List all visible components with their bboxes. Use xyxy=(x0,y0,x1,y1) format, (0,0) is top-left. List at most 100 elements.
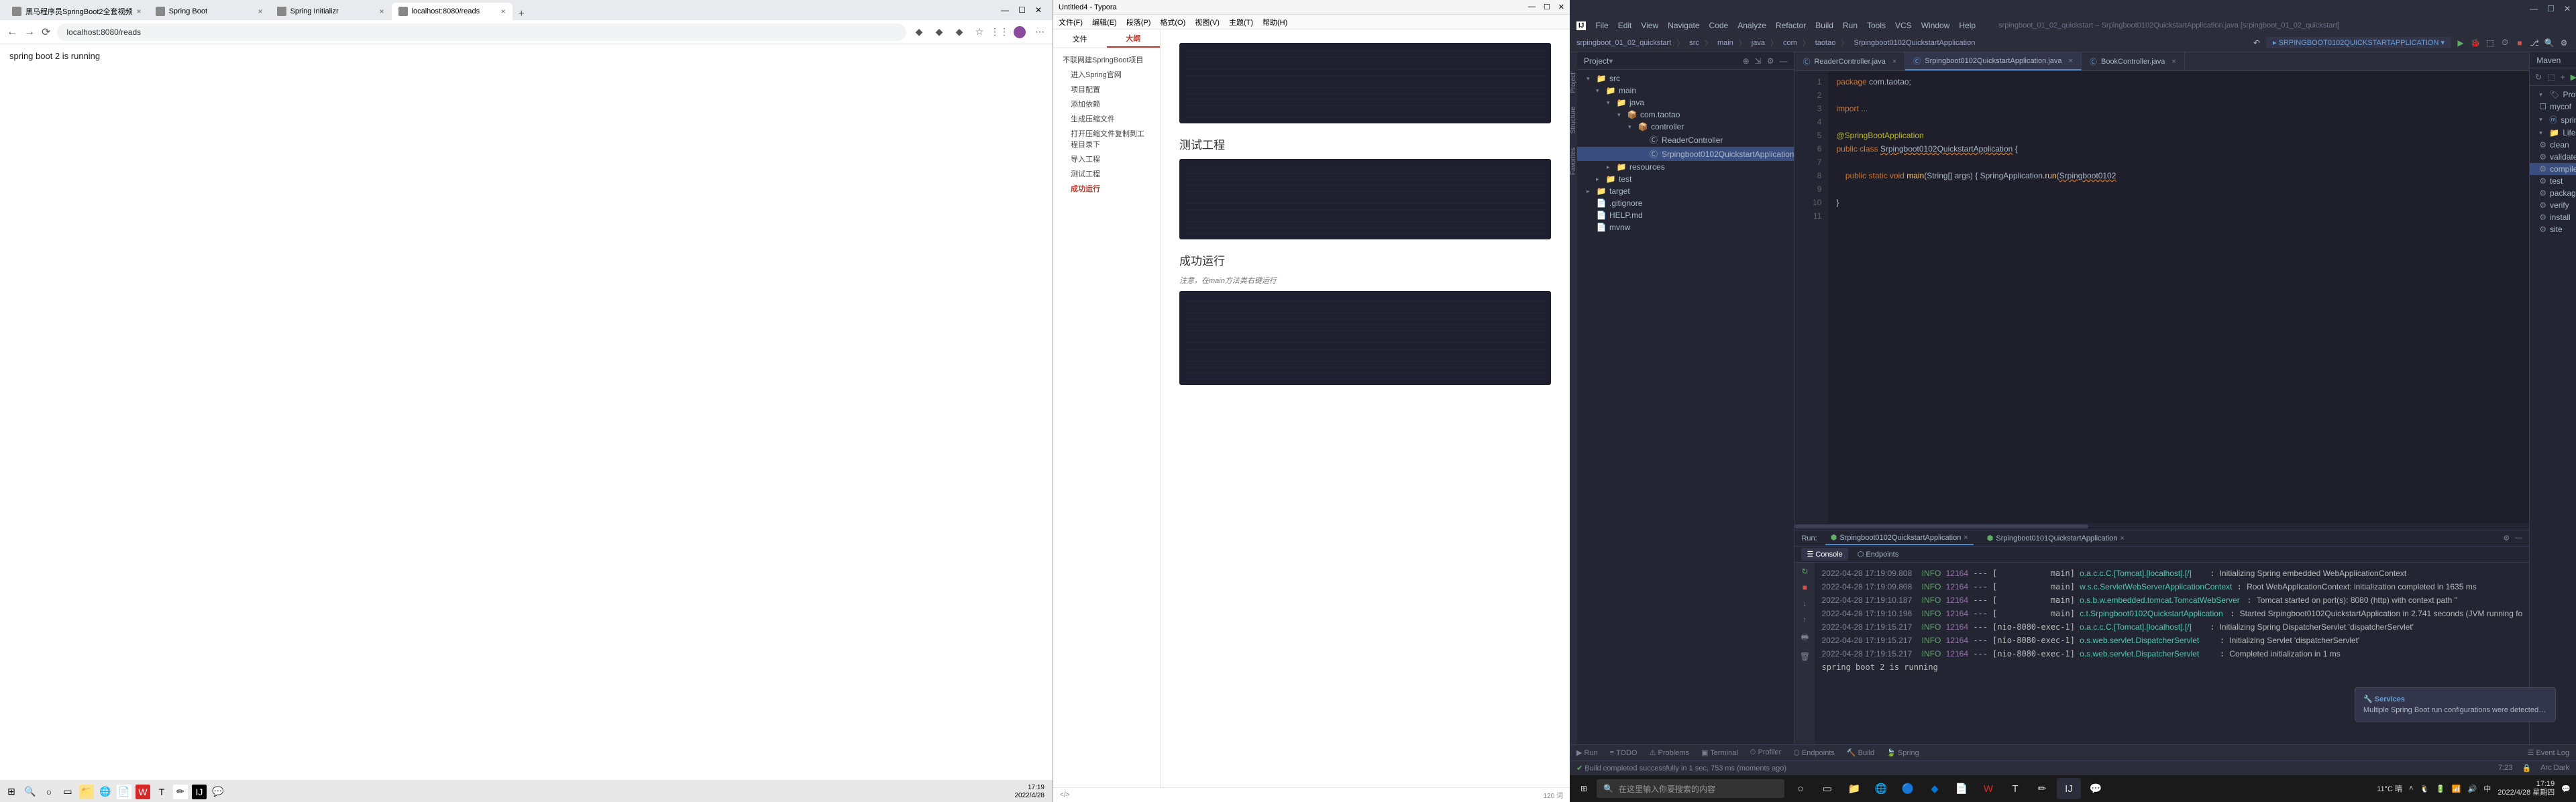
browser-tab-1[interactable]: Spring Boot× xyxy=(149,3,270,20)
tree-node[interactable]: 📄.gitignore xyxy=(1577,197,1794,209)
trash-icon[interactable]: 🗑 xyxy=(1800,652,1810,661)
taskbar-clock[interactable]: 17:19 2022/4/28 xyxy=(1015,784,1049,800)
tree-node[interactable]: ▸📁test xyxy=(1577,173,1794,185)
app-icon[interactable]: 📄 xyxy=(117,785,131,799)
menu-view[interactable]: 视图(V) xyxy=(1195,17,1220,27)
editor-tab[interactable]: ⒸBookController.java× xyxy=(2082,52,2185,70)
menu-build[interactable]: Build xyxy=(1815,21,1833,30)
menu-run[interactable]: Run xyxy=(1843,21,1858,30)
menu-code[interactable]: Code xyxy=(1709,21,1729,30)
outline-item[interactable]: 进入Spring官网 xyxy=(1053,67,1160,82)
menu-analyze[interactable]: Analyze xyxy=(1737,21,1766,30)
select-opened-icon[interactable]: ⊕ xyxy=(1743,56,1750,66)
menu-view[interactable]: View xyxy=(1641,21,1658,30)
menu-tools[interactable]: Tools xyxy=(1867,21,1886,30)
run-icon[interactable]: ▶ xyxy=(2571,72,2576,82)
horizontal-scrollbar[interactable] xyxy=(1794,523,2529,530)
vscode-icon[interactable]: ◆ xyxy=(1923,778,1947,799)
stop-icon[interactable]: ■ xyxy=(2514,38,2525,48)
source-toggle-icon[interactable]: </> xyxy=(1060,791,1069,799)
menu-file[interactable]: File xyxy=(1595,21,1608,30)
theme-name[interactable]: Arc Dark xyxy=(2540,764,2569,772)
maven-goal-clean[interactable]: ⚙clean xyxy=(2530,139,2576,151)
minimize-button[interactable]: — xyxy=(1528,3,1536,11)
coverage-icon[interactable]: ⬚ xyxy=(2485,38,2496,48)
search-icon[interactable]: 🔍 xyxy=(23,785,38,799)
breadcrumb[interactable]: srpingboot_01_02_quickstart xyxy=(1576,39,1671,47)
favorites-tool-button[interactable]: Favorites xyxy=(1570,148,1577,175)
down-icon[interactable]: ↓ xyxy=(1803,599,1807,608)
generate-icon[interactable]: ⬚ xyxy=(2547,72,2555,82)
minimize-button[interactable]: — xyxy=(1001,5,1009,15)
menu-edit[interactable]: 编辑(E) xyxy=(1092,17,1117,27)
app-icon[interactable]: W xyxy=(1976,778,2000,799)
menu-help[interactable]: 帮助(H) xyxy=(1263,17,1287,27)
qq-icon[interactable]: 🐧 xyxy=(2420,785,2429,793)
close-icon[interactable]: × xyxy=(2171,58,2176,66)
project-tree[interactable]: ▾📁src▾📁main▾📁java▾📦com.taotao▾📦controlle… xyxy=(1577,70,1794,744)
notifications-icon[interactable]: 💬 xyxy=(2561,785,2571,793)
close-icon[interactable]: × xyxy=(137,7,142,16)
tree-node[interactable]: ▾📦controller xyxy=(1577,121,1794,133)
menu-vcs[interactable]: VCS xyxy=(1895,21,1912,30)
close-icon[interactable]: × xyxy=(2120,534,2124,542)
debug-icon[interactable]: 🐞 xyxy=(2470,38,2481,48)
menu-edit[interactable]: Edit xyxy=(1618,21,1632,30)
tool-endpoints[interactable]: ⬡ Endpoints xyxy=(1793,748,1835,757)
wechat-icon[interactable]: 💬 xyxy=(211,785,225,799)
maven-goal-package[interactable]: ⚙package xyxy=(2530,187,2576,199)
breadcrumb[interactable]: main xyxy=(1717,39,1733,47)
maven-tree[interactable]: ▾🏷Profiles ☐mycof ▾ⓜspringboot_01_01_qui… xyxy=(2530,86,2576,744)
search-input[interactable]: 🔍 在这里输入你要搜索的内容 xyxy=(1597,779,1784,798)
chrome-icon[interactable]: 🔵 xyxy=(1896,778,1920,799)
profile-icon[interactable]: ⏱ xyxy=(2500,38,2510,48)
outline-item[interactable]: 测试工程 xyxy=(1053,166,1160,181)
close-icon[interactable]: × xyxy=(1892,58,1896,66)
tool-build[interactable]: 🔨 Build xyxy=(1847,748,1874,757)
tree-node[interactable]: ⒸSrpingboot0102QuickstartApplication xyxy=(1577,147,1794,161)
close-icon[interactable]: × xyxy=(1964,534,1968,542)
run-tab[interactable]: ⬢Srpingboot0102QuickstartApplication× xyxy=(1825,531,1974,545)
hide-icon[interactable]: — xyxy=(1779,56,1787,66)
extension-icon[interactable]: ◆ xyxy=(913,26,925,38)
editor-tab[interactable]: ⒸSrpingboot0102QuickstartApplication.jav… xyxy=(1905,52,2082,70)
code-area[interactable]: package com.taotao; import ... @SpringBo… xyxy=(1828,71,2529,523)
menu-window[interactable]: Window xyxy=(1921,21,1950,30)
menu-help[interactable]: Help xyxy=(1959,21,1976,30)
tool-terminal[interactable]: ▣ Terminal xyxy=(1701,748,1738,757)
close-icon[interactable]: × xyxy=(258,7,263,16)
cortana-icon[interactable]: ○ xyxy=(42,785,56,799)
outline-item[interactable]: 导入工程 xyxy=(1053,152,1160,166)
settings-icon[interactable]: ⚙ xyxy=(2559,38,2569,48)
app-icon[interactable]: W xyxy=(136,785,150,799)
tree-node[interactable]: ▾📁src xyxy=(1577,72,1794,84)
maximize-button[interactable]: ☐ xyxy=(1018,5,1026,15)
wechat-icon[interactable]: 💬 xyxy=(2084,778,2108,799)
taskbar-clock[interactable]: 17:19 2022/4/28 星期四 xyxy=(2498,780,2555,797)
edge-icon[interactable]: 🌐 xyxy=(98,785,113,799)
tree-node[interactable]: ▾📦com.taotao xyxy=(1577,109,1794,121)
address-bar[interactable]: localhost:8080/reads xyxy=(57,23,906,41)
structure-tool-button[interactable]: Structure xyxy=(1570,107,1577,134)
up-icon[interactable]: ↑ xyxy=(1803,615,1807,624)
ime-icon[interactable]: 中 xyxy=(2483,783,2491,794)
tool-profiler[interactable]: ⏱ Profiler xyxy=(1750,748,1781,757)
menu-paragraph[interactable]: 段落(P) xyxy=(1126,17,1151,27)
sidebar-tab-file[interactable]: 文件 xyxy=(1053,30,1107,48)
menu-file[interactable]: 文件(F) xyxy=(1059,17,1083,27)
rerun-icon[interactable]: ↻ xyxy=(1801,567,1808,576)
maven-profile-item[interactable]: ☐mycof xyxy=(2530,101,2576,113)
extension-icon[interactable]: ◆ xyxy=(933,26,945,38)
editor-body[interactable]: 1234567891011 package com.taotao; import… xyxy=(1794,71,2529,523)
outline-item[interactable]: 添加依赖 xyxy=(1053,97,1160,111)
maven-profiles[interactable]: ▾🏷Profiles xyxy=(2530,89,2576,101)
maximize-button[interactable]: ☐ xyxy=(2547,4,2555,13)
maven-goal-test[interactable]: ⚙test xyxy=(2530,175,2576,187)
close-button[interactable]: ✕ xyxy=(2564,4,2571,13)
maven-project[interactable]: ▾ⓜspringboot_01_01_quickstart xyxy=(2530,113,2576,127)
minimize-button[interactable]: — xyxy=(2530,4,2538,13)
run-config-selector[interactable]: ▸ SRPINGBOOT0102QUICKSTARTAPPLICATION ▾ xyxy=(2266,37,2451,48)
print-icon[interactable]: 🖶 xyxy=(1801,631,1809,645)
console-tab[interactable]: ☰ Console xyxy=(1801,548,1847,561)
outline-item[interactable]: 成功运行 xyxy=(1053,181,1160,196)
